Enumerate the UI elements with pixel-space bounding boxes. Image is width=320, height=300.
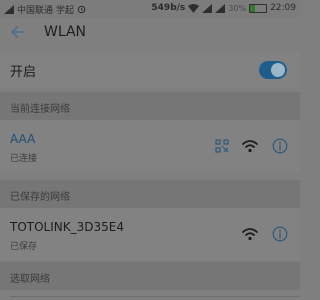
info-icon[interactable]: [272, 138, 288, 154]
app-bar: WLAN: [0, 18, 300, 46]
toggle-knob: [271, 63, 285, 77]
network-status: 已连接: [10, 154, 38, 164]
status-bar-right: 549b/s 30% 22:09: [151, 3, 296, 13]
network-row-connected[interactable]: AAA 已连接: [0, 120, 300, 172]
app-notification-label: 学起: [56, 6, 75, 16]
network-row-saved[interactable]: TOTOLINK_3D35E4 已保存: [0, 208, 300, 260]
wifi-status-icon: [188, 3, 200, 13]
section-header-current: 当前连接网络: [0, 92, 300, 120]
qr-code-icon[interactable]: [215, 139, 229, 153]
section-label-saved: 已保存的网络: [10, 192, 70, 203]
section-label-choose: 选取网络: [10, 274, 50, 285]
section-header-saved: 已保存的网络: [0, 180, 300, 208]
divider: [10, 296, 300, 297]
carrier-label: 中国联通: [17, 6, 54, 16]
wifi-icon: [242, 140, 258, 153]
clock-label: 22:09: [270, 3, 296, 13]
wlan-settings-screen: 中国联通 学起 549b/s 30% 22:09 WLAN 开启 当前连接网络 …: [0, 0, 300, 300]
section-label-current: 当前连接网络: [10, 104, 70, 115]
back-arrow-icon[interactable]: [8, 22, 28, 42]
signal-strength-icon-2: [215, 3, 226, 13]
wlan-toggle-row[interactable]: 开启: [0, 52, 300, 88]
signal-icon: [4, 5, 14, 14]
battery-percent-label: 30%: [228, 3, 247, 13]
wlan-toggle-switch[interactable]: [259, 61, 287, 79]
net-speed-label: 549b/s: [151, 3, 186, 13]
alarm-icon: [77, 5, 86, 14]
wlan-toggle-label: 开启: [10, 65, 37, 80]
status-bar: 中国联通 学起 549b/s 30% 22:09: [0, 0, 300, 18]
network-name: AAA: [10, 132, 36, 146]
battery-icon: [249, 3, 268, 13]
page-title: WLAN: [44, 24, 87, 40]
status-bar-left: 中国联通 学起: [4, 3, 86, 16]
signal-strength-icon: [202, 3, 213, 13]
section-header-choose: 选取网络: [0, 262, 300, 290]
wifi-icon: [242, 228, 258, 241]
battery-fill: [250, 4, 255, 12]
info-icon[interactable]: [272, 226, 288, 242]
network-status: 已保存: [10, 242, 38, 252]
network-name: TOTOLINK_3D35E4: [10, 220, 124, 234]
